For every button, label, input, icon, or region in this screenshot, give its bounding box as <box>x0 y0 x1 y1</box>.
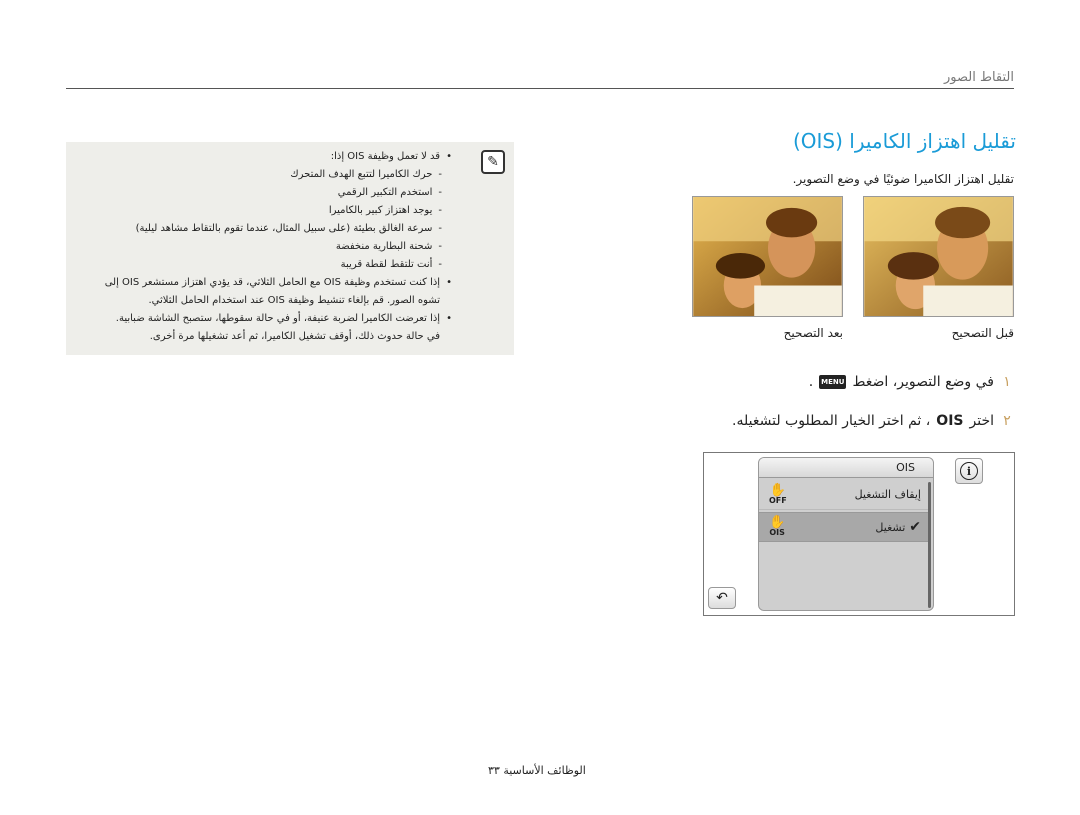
photo-after-image <box>693 197 842 316</box>
note-line: إذا تعرضت الكاميرا لضربة عنيفة، أو في حا… <box>80 310 452 328</box>
intro-text: تقليل اهتزاز الكاميرا ضوئيًا في وضع التص… <box>792 172 1014 186</box>
hand-ois-icon: ✋ OIS <box>769 515 786 537</box>
page-footer: الوظائف الأساسية ٣٣ <box>488 764 586 777</box>
note-line: أنت تلتقط لقطة قريبة <box>80 256 452 274</box>
note-line: في حالة حدوث ذلك، أوقف تشغيل الكاميرا، ث… <box>149 331 440 342</box>
note-line: يوجد اهتزاز كبير بالكاميرا <box>80 202 452 220</box>
ois-menu: OIS ✋ OFF إيقاف التشغيل ✋ OIS ✔ تشغيل <box>758 457 934 611</box>
note-line: تشوه الصور. قم بإلغاء تنشيط وظيفة OIS عن… <box>148 295 440 306</box>
note-line: قد لا تعمل وظيفة OIS إذا: <box>80 148 452 166</box>
note-line: شحنة البطارية منخفضة <box>80 238 452 256</box>
step-1-suffix: . <box>808 374 814 390</box>
step-1: ١ في وضع التصوير، اضغط MENU . <box>809 374 1014 390</box>
note-text: قد لا تعمل وظيفة OIS إذا: حرك الكاميرا ل… <box>80 148 452 346</box>
step-1-text: في وضع التصوير، اضغط <box>852 374 994 390</box>
note-line: سرعة الغالق بطيئة (على سبيل المثال، عندم… <box>80 220 452 238</box>
header-divider <box>66 88 1014 89</box>
note-line: حرك الكاميرا لتتبع الهدف المتحرك <box>80 166 452 184</box>
step-2-number: ٢ <box>1003 413 1011 429</box>
section-header: التقاط الصور <box>943 70 1014 85</box>
step-2-text: اختر <box>969 413 995 429</box>
note-line: إذا كنت تستخدم وظيفة OIS مع الحامل الثلا… <box>80 274 452 292</box>
hand-off-icon: ✋ OFF <box>769 482 787 505</box>
back-button[interactable]: ↶ <box>708 587 736 609</box>
menu-scrollbar[interactable] <box>928 482 931 608</box>
photo-after <box>692 196 843 317</box>
back-icon: ↶ <box>716 590 728 606</box>
ois-option-on-label-wrap: ✔ تشغيل <box>875 519 921 535</box>
checkmark-icon: ✔ <box>909 519 921 535</box>
photo-before-image <box>864 197 1013 316</box>
note-pencil-icon: ✎ <box>481 150 505 174</box>
ois-option-on[interactable]: ✋ OIS ✔ تشغيل <box>759 512 929 542</box>
info-button[interactable]: i <box>955 458 983 484</box>
menu-button-icon: MENU <box>819 375 847 389</box>
step-2-ois: OIS <box>936 413 964 429</box>
caption-after: بعد التصحيح <box>783 326 843 340</box>
step-2: ٢ اختر OIS ، ثم اختر الخيار المطلوب لتشغ… <box>732 413 1014 429</box>
page-title: تقليل اهتزاز الكاميرا (OIS) <box>792 129 1016 153</box>
photo-before <box>863 196 1014 317</box>
note-line: استخدم التكبير الرقمي <box>80 184 452 202</box>
ois-menu-title: OIS <box>759 458 933 478</box>
info-icon: i <box>960 462 978 480</box>
step-2-rest: ، ثم اختر الخيار المطلوب لتشغيله. <box>732 413 931 429</box>
note-box: ✎ قد لا تعمل وظيفة OIS إذا: حرك الكاميرا… <box>66 142 514 355</box>
ois-option-off[interactable]: ✋ OFF إيقاف التشغيل <box>759 480 929 510</box>
caption-before: قبل التصحيح <box>951 326 1014 340</box>
ois-option-on-label: تشغيل <box>875 520 906 534</box>
camera-screen: i ↶ OIS ✋ OFF إيقاف التشغيل ✋ OIS ✔ تشغيل <box>703 452 1015 616</box>
step-1-number: ١ <box>1003 374 1011 390</box>
ois-option-off-label: إيقاف التشغيل <box>854 488 921 501</box>
